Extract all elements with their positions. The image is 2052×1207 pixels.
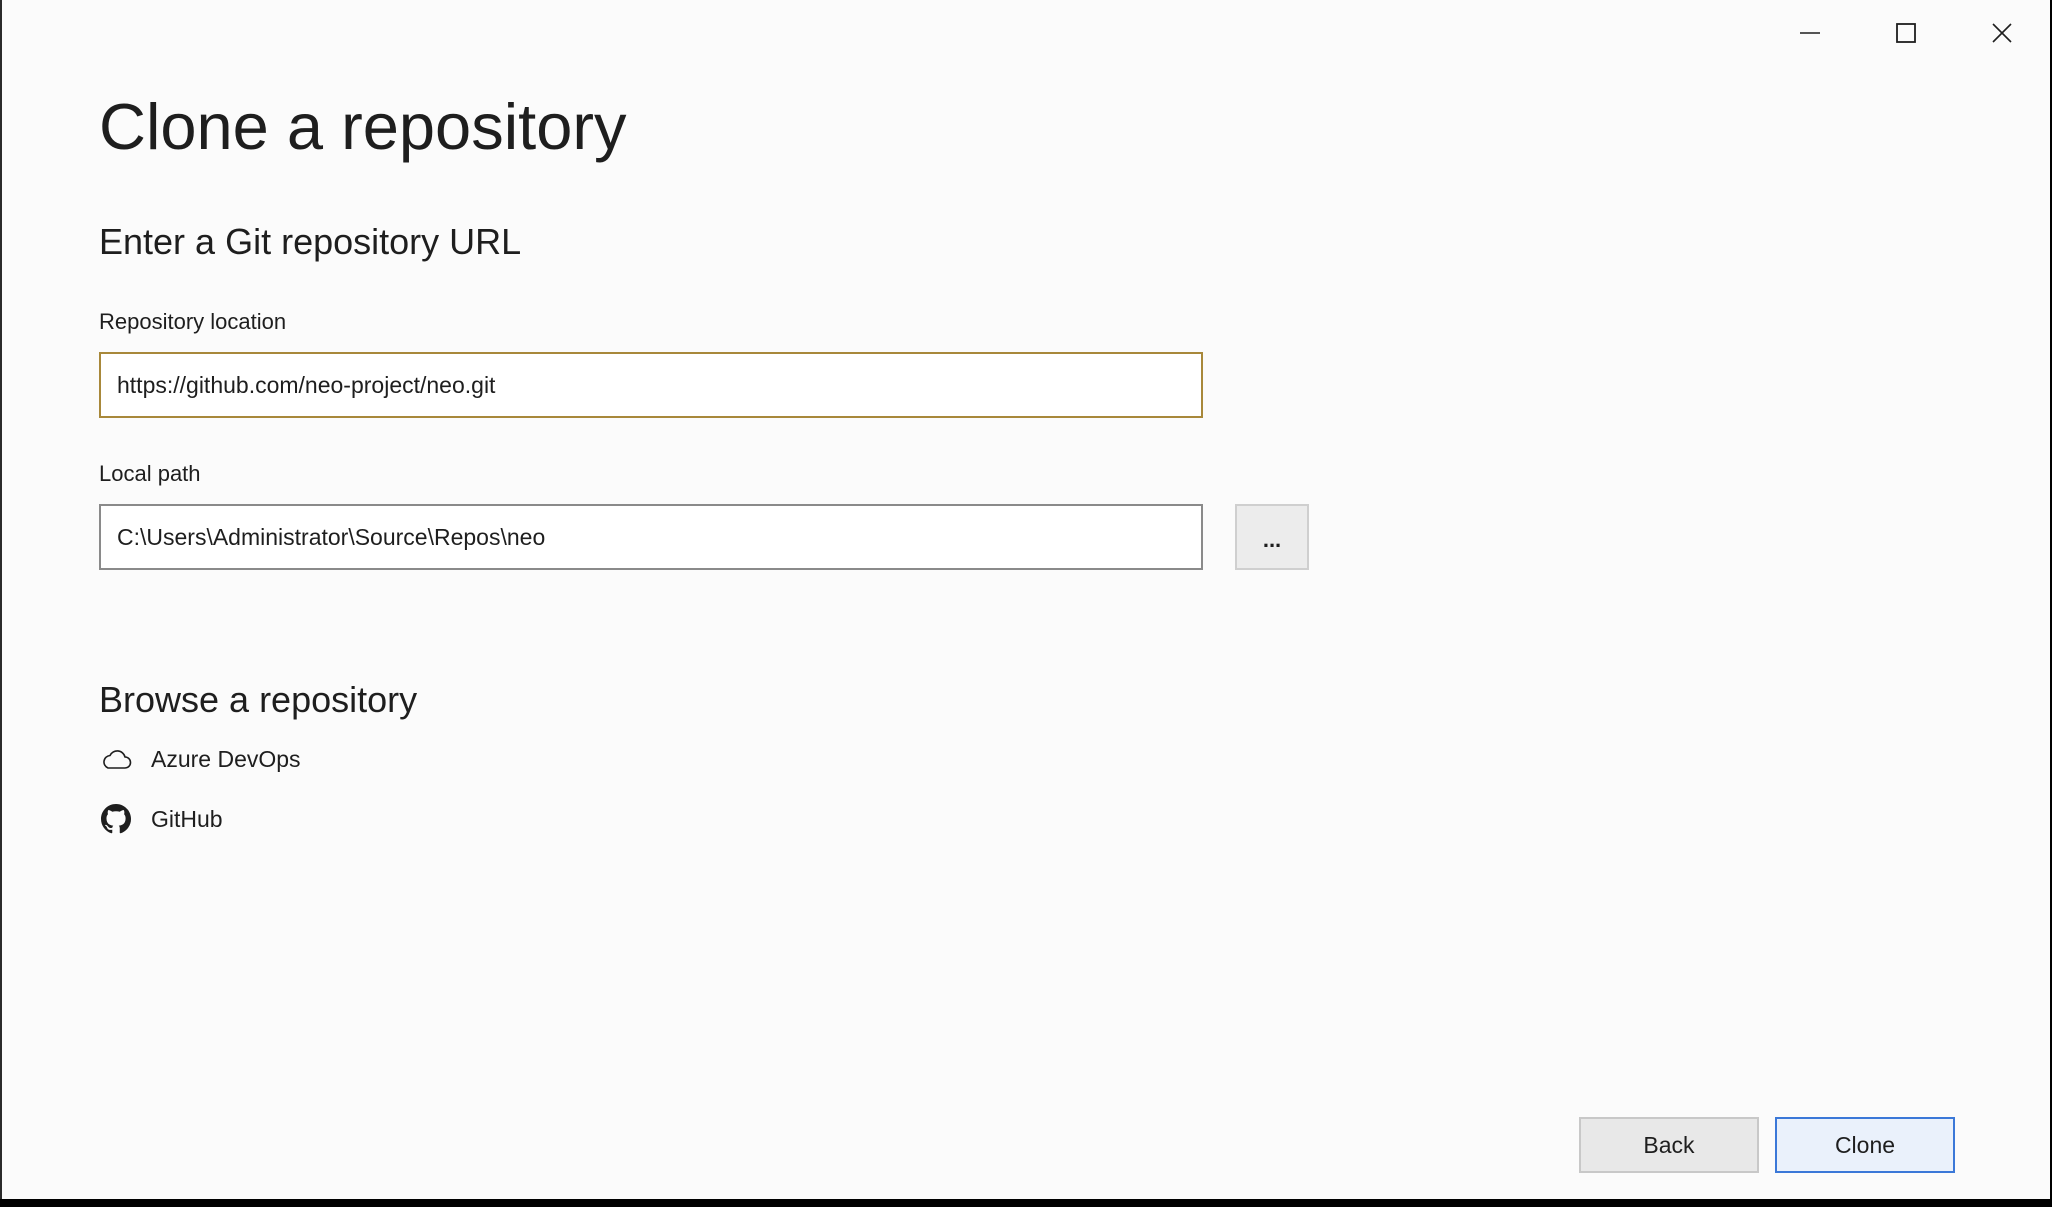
browse-repository-heading: Browse a repository: [99, 679, 418, 720]
minimize-icon: [1799, 22, 1821, 44]
repository-location-label: Repository location: [99, 309, 287, 334]
maximize-icon: [1895, 22, 1917, 44]
github-icon: [99, 802, 133, 836]
minimize-button[interactable]: [1762, 0, 1858, 66]
browse-folder-button[interactable]: ...: [1235, 504, 1309, 570]
repository-location-input[interactable]: [99, 352, 1203, 418]
browse-item-github[interactable]: GitHub: [99, 799, 223, 839]
clone-button[interactable]: Clone: [1775, 1117, 1955, 1173]
local-path-label: Local path: [99, 461, 201, 486]
local-path-input[interactable]: [99, 504, 1203, 570]
clone-repository-dialog: Clone a repository Enter a Git repositor…: [0, 0, 2050, 1199]
close-icon: [1991, 22, 2013, 44]
cloud-icon: [99, 742, 133, 776]
close-button[interactable]: [1954, 0, 2050, 66]
browse-item-label: GitHub: [151, 805, 223, 832]
window-controls: [1762, 0, 2050, 66]
back-button[interactable]: Back: [1579, 1117, 1759, 1173]
browse-item-azure-devops[interactable]: Azure DevOps: [99, 739, 301, 779]
browse-item-label: Azure DevOps: [151, 745, 301, 772]
git-url-heading: Enter a Git repository URL: [99, 221, 522, 262]
page-title: Clone a repository: [99, 90, 627, 163]
maximize-button[interactable]: [1858, 0, 1954, 66]
